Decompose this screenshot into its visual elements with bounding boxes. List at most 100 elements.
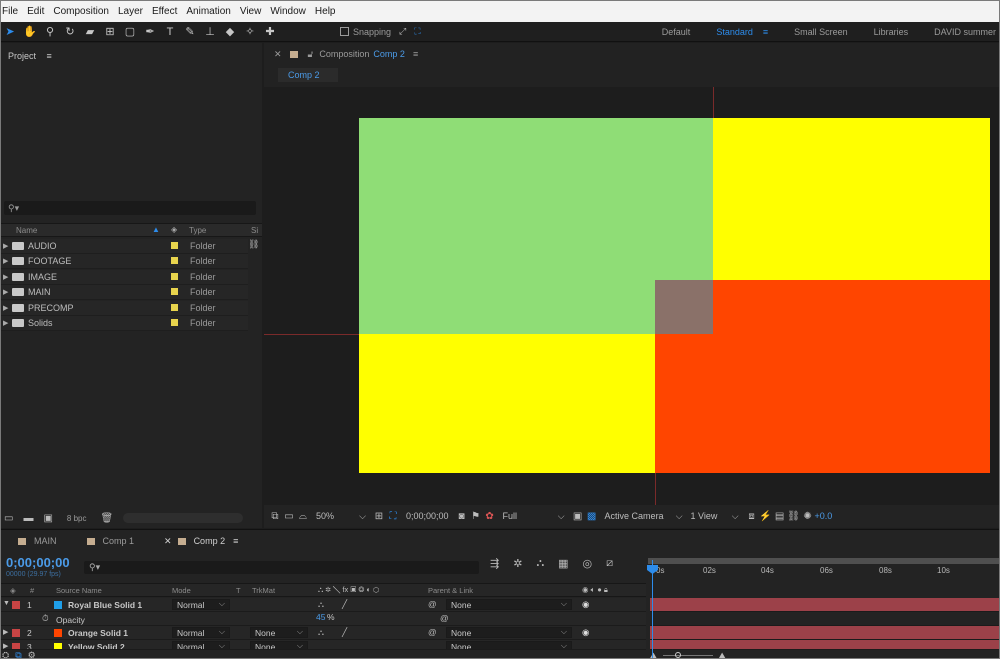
guide-vertical-bottom[interactable] <box>655 473 656 505</box>
pickwhip-icon[interactable]: @ <box>428 627 437 637</box>
workspace-david-summer[interactable]: DAVID summer <box>934 27 996 37</box>
brush-tool-icon[interactable]: ✎ <box>180 23 200 41</box>
region-of-interest-icon[interactable]: ▣ <box>571 511 585 522</box>
bpc-label[interactable]: 8 bpc <box>67 514 87 523</box>
shy-switch-icon[interactable]: ⛬ <box>318 599 324 610</box>
pan-behind-tool-icon[interactable]: ⊞ <box>100 23 120 41</box>
transparency-grid-icon[interactable]: ▩ <box>585 511 599 522</box>
opacity-property-row[interactable]: ⏱ Opacity 45 % @ <box>0 612 646 626</box>
panel-menu-icon[interactable]: ≡ <box>413 49 418 59</box>
project-item[interactable]: ▶ FOOTAGE Folder <box>0 254 248 269</box>
lock-icon[interactable]: 🔓︎ <box>308 49 314 60</box>
label-color-swatch[interactable] <box>171 242 178 249</box>
layer-row[interactable]: ▶ 3 Yellow Solid 2 Normal None None <box>0 640 646 650</box>
index-column[interactable]: # <box>30 586 34 595</box>
composition-mini-flowchart-icon[interactable]: ⇶ <box>490 557 499 570</box>
stopwatch-icon[interactable]: ⏱ <box>42 613 49 624</box>
project-panel-title[interactable]: Project ≡ <box>8 51 52 61</box>
snap-features-icon[interactable]: ⛶ <box>414 26 420 37</box>
menu-file[interactable]: File <box>2 6 18 17</box>
selection-tool-icon[interactable]: ➤ <box>0 23 20 41</box>
fast-previews-icon[interactable]: ⚡ <box>759 511 773 522</box>
mode-column[interactable]: Mode <box>172 586 191 595</box>
layer-row[interactable]: ▶ 2 Orange Solid 1 Normal None ⛬ ╱ @ Non… <box>0 626 646 640</box>
comp-flowchart-tab[interactable]: Comp 2 <box>278 68 338 82</box>
time-ruler[interactable]: 0s 02s 04s 06s 08s 10s <box>648 554 1000 599</box>
expand-arrow-icon[interactable]: ▶ <box>3 628 8 636</box>
av-switches-icon[interactable]: ◉ 🔈︎ ● 🔒︎ <box>582 585 608 595</box>
tab-main[interactable]: MAIN <box>18 536 57 546</box>
project-item[interactable]: ▶ AUDIO Folder <box>0 239 248 254</box>
project-scrollbar[interactable] <box>123 513 244 523</box>
vr-icon[interactable]: ⌓ <box>296 511 310 522</box>
label-color-swatch[interactable] <box>171 319 178 326</box>
close-tab-icon[interactable]: ✕ <box>274 49 282 60</box>
project-item[interactable]: ▶ IMAGE Folder <box>0 270 248 285</box>
resolution-dropdown[interactable]: Full ⌵ <box>503 511 565 521</box>
timeline-search-input[interactable]: ⚲▾ <box>84 561 479 574</box>
parent-dropdown[interactable]: None <box>446 640 572 649</box>
guide-vertical-top[interactable] <box>713 87 714 118</box>
opacity-value[interactable]: 45 <box>316 612 325 622</box>
view-layout-dropdown[interactable]: 1 View ⌵ <box>691 511 739 521</box>
source-name-column[interactable]: Source Name <box>56 586 102 595</box>
type-tool-icon[interactable]: T <box>160 23 180 41</box>
interpret-footage-icon[interactable]: ▭ <box>4 513 13 524</box>
label-color[interactable] <box>12 643 20 649</box>
expand-arrow-icon[interactable]: ▼ <box>3 600 10 607</box>
visibility-eye-icon[interactable]: ◉ <box>582 599 589 610</box>
always-preview-icon[interactable]: ⧉ <box>268 511 282 522</box>
layer-row[interactable]: ▼ 1 Royal Blue Solid 1 Normal ⛬ ╱ @ None… <box>0 598 646 612</box>
layer-2-duration-bar[interactable] <box>650 626 1000 640</box>
rectangle-tool-icon[interactable]: ▢ <box>120 23 140 41</box>
expand-arrow-icon[interactable]: ▶ <box>3 642 8 649</box>
eraser-tool-icon[interactable]: ◆ <box>220 23 240 41</box>
timeline-zoom-slider[interactable]: ⛰ ⛰ <box>650 651 1000 659</box>
snapshot-icon[interactable]: ◙ <box>455 511 469 522</box>
parent-dropdown[interactable]: None <box>446 598 572 610</box>
track-matte-dropdown[interactable]: None <box>250 640 308 649</box>
column-name[interactable]: Name <box>16 226 37 235</box>
rotate-tool-icon[interactable]: ↻ <box>60 23 80 41</box>
monitor-icon[interactable]: ▭ <box>282 511 296 522</box>
zoom-in-icon[interactable]: ⛰ <box>719 651 726 659</box>
zoom-tool-icon[interactable]: ⚲ <box>40 23 60 41</box>
menu-animation[interactable]: Animation <box>186 6 230 17</box>
label-column-icon[interactable]: ◈ <box>10 586 16 595</box>
exposure-value[interactable]: +0.0 <box>815 511 833 521</box>
label-tag-icon[interactable]: ◈ <box>171 225 177 234</box>
snapping-checkbox[interactable] <box>340 27 349 36</box>
layer-name[interactable]: Yellow Solid 2 <box>68 642 125 649</box>
expand-arrow-icon[interactable]: ▶ <box>3 257 8 265</box>
clone-stamp-tool-icon[interactable]: ⊥ <box>200 23 220 41</box>
column-type[interactable]: Type <box>189 226 206 235</box>
menu-effect[interactable]: Effect <box>152 6 177 17</box>
workspace-libraries[interactable]: Libraries <box>874 27 909 37</box>
switches-icon[interactable]: ⛬ ✲ ╲ fx ▣ ◎ ◐ ⬡ <box>318 585 379 595</box>
blend-mode-dropdown[interactable]: Normal <box>172 598 230 610</box>
blend-mode-dropdown[interactable]: Normal <box>172 626 230 638</box>
track-matte-dropdown[interactable]: None <box>250 626 308 638</box>
workspace-menu-icon[interactable]: ≡ <box>763 27 768 37</box>
channel-icon[interactable]: ✿ <box>483 511 497 522</box>
expand-arrow-icon[interactable]: ▶ <box>3 288 8 296</box>
preserve-transparency-column[interactable]: T <box>236 586 241 595</box>
snap-edges-icon[interactable]: ⤢ <box>399 26 406 37</box>
layer-name[interactable]: Orange Solid 1 <box>68 628 128 638</box>
parent-dropdown[interactable]: None <box>446 626 572 638</box>
transfer-controls-icon[interactable]: ⧉ <box>15 650 21 659</box>
snapping-toggle[interactable]: Snapping ⤢ ⛶ <box>340 26 421 37</box>
menu-layer[interactable]: Layer <box>118 6 143 17</box>
label-color-swatch[interactable] <box>171 288 178 295</box>
camera-dropdown[interactable]: Active Camera ⌵ <box>605 511 683 521</box>
layer-1-duration-bar[interactable] <box>650 598 1000 612</box>
trkmat-column[interactable]: TrkMat <box>252 586 275 595</box>
trash-icon[interactable]: 🗑 <box>100 513 113 524</box>
yellow-solid-bottom-left[interactable] <box>359 334 655 473</box>
grid-icon[interactable]: ⊞ <box>372 511 386 522</box>
workspace-standard[interactable]: Standard <box>716 27 753 37</box>
close-tab-icon[interactable]: ✕ <box>164 536 172 547</box>
camera-tool-icon[interactable]: ▰ <box>80 23 100 41</box>
project-item[interactable]: ▶ Solids Folder <box>0 316 248 331</box>
expression-pickwhip-icon[interactable]: @ <box>440 613 449 623</box>
